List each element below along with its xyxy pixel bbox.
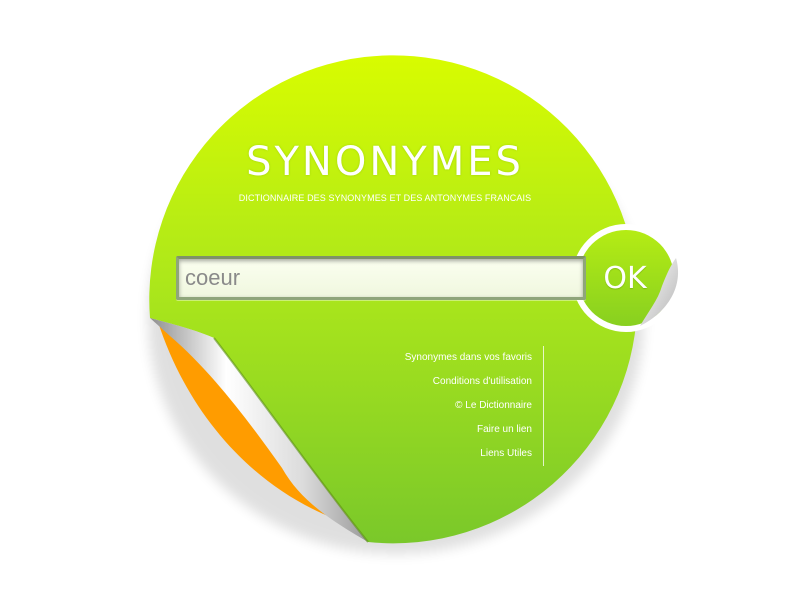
page-subtitle: DICTIONNAIRE DES SYNONYMES ET DES ANTONY… [238, 193, 532, 203]
search-input[interactable] [176, 256, 586, 300]
synonymes-page: SYNONYMES DICTIONNAIRE DES SYNONYMES ET … [0, 0, 798, 596]
link-favorites[interactable]: Synonymes dans vos favoris [360, 346, 532, 370]
footer-links: Synonymes dans vos favoris Conditions d'… [360, 346, 544, 466]
page-title: SYNONYMES [246, 139, 524, 185]
ok-button[interactable]: OK [586, 242, 664, 314]
link-copyright[interactable]: © Le Dictionnaire [360, 394, 532, 418]
link-terms[interactable]: Conditions d'utilisation [360, 370, 532, 394]
link-useful-links[interactable]: Liens Utiles [360, 442, 532, 466]
link-make-link[interactable]: Faire un lien [360, 418, 532, 442]
